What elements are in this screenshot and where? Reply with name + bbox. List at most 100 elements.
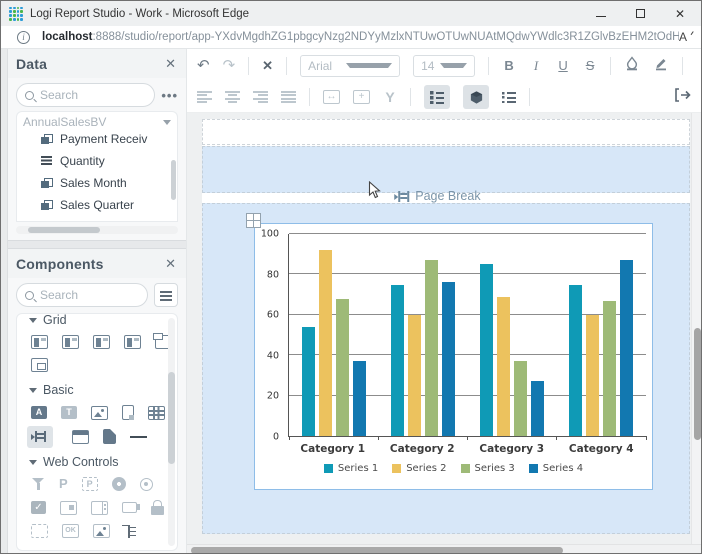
components-scrollbar-thumb[interactable] <box>168 372 175 464</box>
italic-button[interactable]: I <box>529 58 543 74</box>
align-right-icon[interactable] <box>253 91 268 103</box>
section-web-controls[interactable]: Web Controls <box>29 455 163 469</box>
data-field-sales-quarter[interactable]: Sales Quarter <box>41 194 177 216</box>
fill-color-icon[interactable] <box>624 55 640 76</box>
data-search-input[interactable] <box>40 88 146 102</box>
data-hscroll-thumb[interactable] <box>28 227 100 233</box>
exit-icon[interactable] <box>674 87 691 108</box>
chart-bars <box>289 234 646 436</box>
toc-list-icon[interactable] <box>502 91 516 103</box>
tree-control-icon[interactable] <box>124 525 138 538</box>
align-left-icon[interactable] <box>197 91 212 103</box>
bar-series-3-category-4 <box>603 301 616 436</box>
data-field-quantity[interactable]: Quantity <box>41 150 177 172</box>
ok-button-control-icon[interactable]: OK <box>62 524 79 538</box>
data-more-options-button[interactable]: ••• <box>161 88 178 103</box>
report-band-top[interactable] <box>202 146 690 193</box>
delete-icon[interactable]: ✕ <box>262 58 273 74</box>
url-text[interactable]: localhost:8888/studio/report/app-YXdvMgd… <box>42 31 679 43</box>
chart-component[interactable]: 020406080100 Category 1Category 2Categor… <box>254 223 653 490</box>
section-grid[interactable]: Grid <box>29 313 163 327</box>
grid-layout-1-icon[interactable] <box>31 335 48 349</box>
image-button-control-icon[interactable] <box>93 524 110 538</box>
subreport-component-icon[interactable] <box>122 405 134 420</box>
page-break-component-selected[interactable] <box>27 426 53 448</box>
slider-control-icon[interactable] <box>122 502 137 513</box>
y-tick-label: 40 <box>267 350 279 361</box>
components-search-input[interactable] <box>40 288 139 302</box>
underline-button[interactable]: U <box>556 58 570 73</box>
grid-layout-3-icon[interactable] <box>93 335 110 349</box>
data-field-payment-received[interactable]: Payment Receiv <box>41 132 177 150</box>
collapse-caret-icon <box>29 318 37 323</box>
section-basic[interactable]: Basic <box>29 383 163 397</box>
data-search-box[interactable] <box>16 83 155 107</box>
split-cells-icon[interactable]: + <box>353 90 370 104</box>
bold-button[interactable]: B <box>502 58 516 73</box>
address-bar[interactable]: i localhost:8888/studio/report/app-YXdvM… <box>1 26 701 49</box>
image-component-icon[interactable] <box>91 406 108 420</box>
components-panel-close-icon[interactable]: ✕ <box>165 256 176 272</box>
maximize-icon[interactable] <box>636 9 645 18</box>
split-panel-control-icon[interactable] <box>91 501 108 515</box>
chart-move-handle[interactable] <box>246 213 261 228</box>
components-search-box[interactable] <box>16 283 148 307</box>
frame-control-icon[interactable] <box>31 524 48 538</box>
page-break-icon <box>398 191 409 202</box>
checkbox-control-icon[interactable]: ✓ <box>31 501 46 514</box>
text-field-control-icon[interactable] <box>60 501 77 515</box>
legend-swatch <box>529 464 538 473</box>
parameter-panel-icon[interactable]: P <box>82 477 98 491</box>
hscroll-thumb[interactable] <box>191 547 563 554</box>
grid-layout-2-icon[interactable] <box>62 335 79 349</box>
vscroll-thumb[interactable] <box>694 328 701 440</box>
measure-icon <box>41 156 52 166</box>
resource-view-toggle[interactable] <box>463 85 489 109</box>
site-info-icon[interactable]: i <box>17 31 30 44</box>
align-center-icon[interactable] <box>225 91 240 103</box>
data-list-scrollbar[interactable] <box>171 160 176 200</box>
label-component-icon[interactable]: A <box>31 406 47 419</box>
document-component-icon[interactable] <box>103 429 116 444</box>
parameter-control-icon[interactable]: P <box>59 477 68 491</box>
read-aloud-icon[interactable]: A <box>679 30 691 44</box>
web-action-icon[interactable] <box>112 477 126 491</box>
lock-icon[interactable] <box>151 506 164 515</box>
nested-grid-icon[interactable] <box>31 358 48 372</box>
x-tick <box>467 436 468 440</box>
align-justify-icon[interactable] <box>281 91 296 103</box>
filter-button[interactable]: Y <box>383 89 397 105</box>
highlight-pen-icon[interactable] <box>653 55 669 76</box>
data-horizontal-scrollbar[interactable] <box>16 226 178 234</box>
banded-object-component-icon[interactable] <box>72 430 89 444</box>
grid-layout-4-icon[interactable] <box>124 335 141 349</box>
chart-y-axis-labels: 020406080100 <box>255 234 283 437</box>
bar-series-4-category-1 <box>353 361 366 436</box>
data-panel-close-icon[interactable]: ✕ <box>165 56 176 72</box>
minimize-icon[interactable] <box>596 16 606 17</box>
dimension-icon <box>41 178 52 188</box>
merge-cells-icon[interactable]: ↔ <box>323 90 340 104</box>
horizontal-line-component-icon[interactable] <box>130 436 147 438</box>
table-component-icon[interactable] <box>148 406 165 420</box>
font-size-select[interactable]: 14 <box>413 55 475 77</box>
page-break-element[interactable]: Page Break <box>398 189 480 203</box>
components-view-toggle-button[interactable] <box>154 283 178 307</box>
undo-icon[interactable]: ↶ <box>197 58 210 74</box>
radio-button-icon[interactable] <box>140 478 153 491</box>
strikethrough-button[interactable]: S <box>583 58 597 73</box>
dimension-icon <box>41 134 52 144</box>
report-header-band[interactable] <box>202 119 690 145</box>
dataset-selector[interactable]: AnnualSalesBV <box>16 111 178 132</box>
panel-splitter[interactable] <box>8 240 186 249</box>
canvas-vertical-scrollbar[interactable] <box>691 113 701 544</box>
close-icon[interactable]: ✕ <box>675 8 685 20</box>
redo-icon[interactable]: ↷ <box>223 58 236 74</box>
filter-control-icon[interactable] <box>31 477 45 491</box>
font-family-select[interactable]: Arial <box>300 55 400 77</box>
data-field-sales-month[interactable]: Sales Month <box>41 172 177 194</box>
canvas-horizontal-scrollbar[interactable] <box>187 544 701 554</box>
bar-group-1 <box>289 234 378 436</box>
text-box-component-icon[interactable]: T <box>61 406 77 419</box>
properties-panel-toggle[interactable] <box>424 85 450 109</box>
